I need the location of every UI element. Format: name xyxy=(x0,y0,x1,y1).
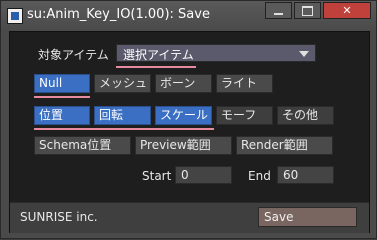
app-icon xyxy=(7,8,23,24)
type-bone-button[interactable]: ボーン xyxy=(155,74,212,93)
window-title: su:Anim_Key_IO(1.00): Save xyxy=(27,7,210,22)
close-icon: ✕ xyxy=(342,4,352,17)
channel-other-button[interactable]: その他 xyxy=(277,106,334,125)
footer-bar: SUNRISE inc. Save xyxy=(10,202,369,233)
channel-morph-button[interactable]: モーフ xyxy=(216,106,273,125)
app-window: su:Anim_Key_IO(1.00): Save ✕ 対象アイテム 選択アイ… xyxy=(0,0,377,239)
type-null-button[interactable]: Null xyxy=(34,74,90,93)
target-selected-value: 選択アイテム xyxy=(123,48,194,62)
maximize-button[interactable] xyxy=(294,2,321,19)
type-underline xyxy=(34,96,90,98)
channel-scale-button[interactable]: スケール xyxy=(155,106,212,125)
channel-underline xyxy=(34,128,214,130)
render-range-button[interactable]: Render範囲 xyxy=(236,136,333,155)
close-button[interactable]: ✕ xyxy=(323,2,371,19)
type-mesh-button[interactable]: メッシュ xyxy=(94,74,151,93)
preview-range-button[interactable]: Preview範囲 xyxy=(135,136,232,155)
minimize-button[interactable] xyxy=(265,2,292,19)
maximize-icon xyxy=(302,5,313,16)
schema-position-button[interactable]: Schema位置 xyxy=(34,136,131,155)
brand-label: SUNRISE inc. xyxy=(20,210,98,224)
type-light-button[interactable]: ライト xyxy=(216,74,273,93)
start-frame-input[interactable]: 0 xyxy=(175,166,232,184)
save-button[interactable]: Save xyxy=(258,207,357,227)
end-frame-input[interactable]: 60 xyxy=(277,166,334,184)
title-bar[interactable]: su:Anim_Key_IO(1.00): Save ✕ xyxy=(1,1,376,31)
main-panel: 対象アイテム 選択アイテム Null メッシュ ボーン ライト 位置 回転 スケ… xyxy=(9,31,370,233)
chevron-down-icon xyxy=(299,51,309,57)
minimize-icon xyxy=(274,12,283,15)
channel-position-button[interactable]: 位置 xyxy=(34,106,90,125)
channel-rotation-button[interactable]: 回転 xyxy=(94,106,151,125)
start-label: Start xyxy=(142,169,172,183)
target-dropdown[interactable]: 選択アイテム xyxy=(116,44,316,62)
end-label: End xyxy=(248,169,271,183)
target-underline xyxy=(116,66,196,68)
target-label: 対象アイテム xyxy=(38,48,109,62)
